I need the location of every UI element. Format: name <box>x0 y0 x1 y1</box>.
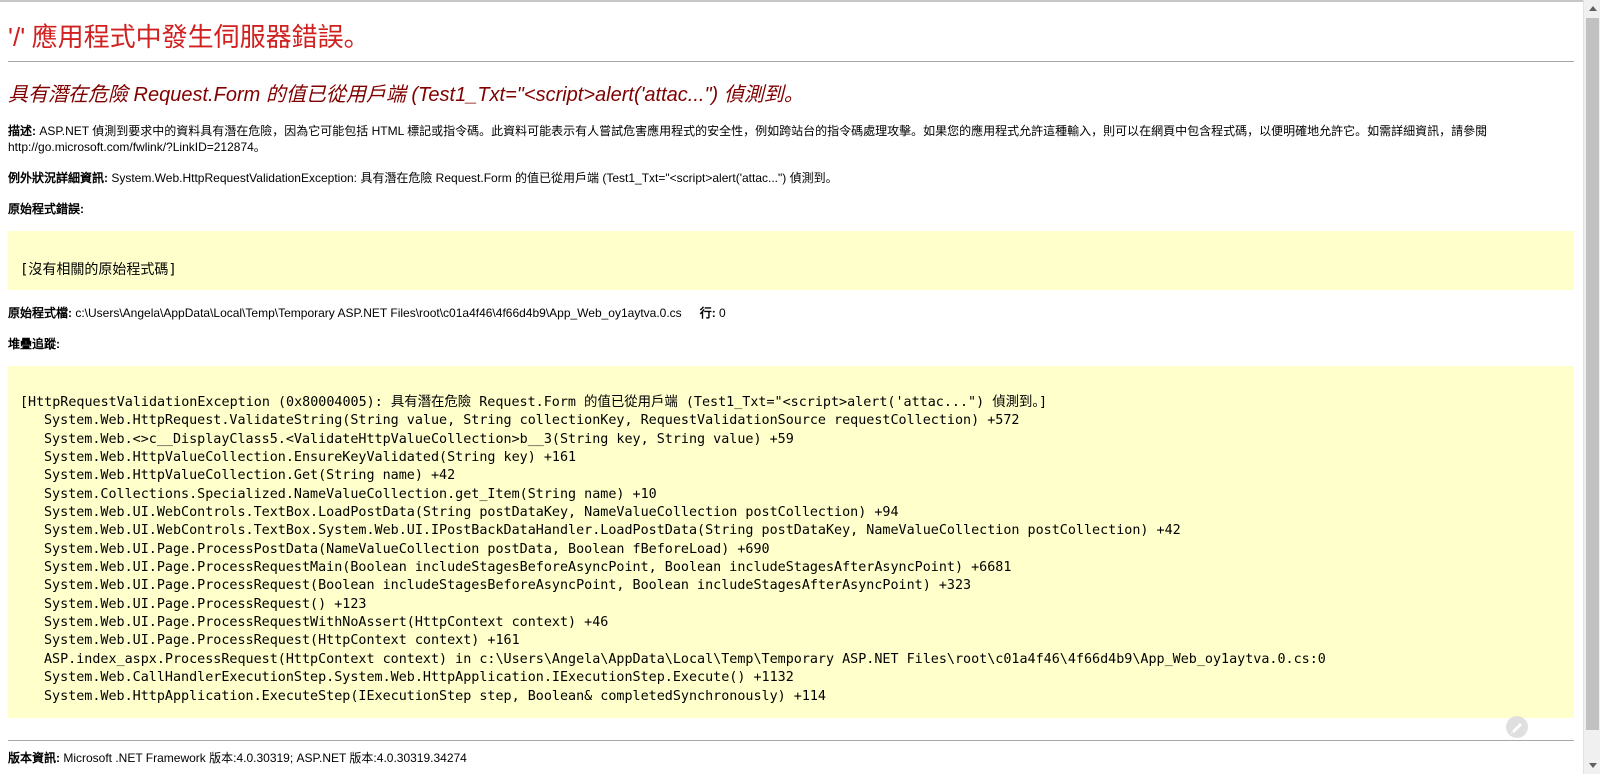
app-path: '/' <box>8 22 26 52</box>
error-subtitle: 具有潛在危險 Request.Form 的值已從用戶端 (Test1_Txt="… <box>8 84 804 106</box>
stack-line: ASP.index_aspx.ProcessRequest(HttpContex… <box>44 651 1326 667</box>
exception-text: System.Web.HttpRequestValidationExceptio… <box>108 171 838 185</box>
stack-line: System.Web.HttpValueCollection.EnsureKey… <box>44 450 577 466</box>
stack-trace-label-text: 堆疊追蹤: <box>8 337 60 351</box>
error-page: '/' 應用程式中發生伺服器錯誤。 具有潛在危險 Request.Form 的值… <box>0 0 1583 774</box>
source-error-box: [沒有相關的原始程式碼] <box>8 231 1574 290</box>
page-title: '/' 應用程式中發生伺服器錯誤。 <box>8 17 370 54</box>
stack-line: System.Web.UI.WebControls.TextBox.LoadPo… <box>44 505 899 521</box>
version-info: 版本資訊: Microsoft .NET Framework 版本:4.0.30… <box>8 749 467 766</box>
watermark-icon <box>1506 716 1528 738</box>
scroll-down-arrow-icon <box>1588 763 1597 768</box>
description-label: 描述: <box>8 124 36 138</box>
stack-line: System.Collections.Specialized.NameValue… <box>44 486 657 502</box>
description: 描述: ASP.NET 偵測到要求中的資料具有潛在危險，因為它可能包括 HTML… <box>8 123 1558 155</box>
source-file-label: 原始程式檔: <box>8 306 72 320</box>
version-label: 版本資訊: <box>8 751 60 765</box>
stack-line: System.Web.UI.WebControls.TextBox.System… <box>44 523 1181 539</box>
stack-trace-box: [HttpRequestValidationException (0x80004… <box>8 366 1574 718</box>
divider <box>8 61 1574 62</box>
line-value: 0 <box>715 306 726 320</box>
source-file-path: c:\Users\Angela\AppData\Local\Temp\Tempo… <box>72 306 682 320</box>
description-text: ASP.NET 偵測到要求中的資料具有潛在危險，因為它可能包括 HTML 標記或… <box>8 124 1488 154</box>
source-error-label: 原始程式錯誤: <box>8 201 84 217</box>
scroll-up-arrow-icon <box>1588 6 1597 11</box>
divider-bottom <box>8 740 1574 741</box>
stack-line: System.Web.HttpValueCollection.Get(Strin… <box>44 468 456 484</box>
vertical-scrollbar[interactable] <box>1583 0 1600 774</box>
stack-trace: [HttpRequestValidationException (0x80004… <box>20 394 1326 706</box>
scroll-up-button[interactable] <box>1584 0 1600 17</box>
stack-line: System.Web.UI.Page.ProcessRequest(HttpCo… <box>44 633 520 649</box>
top-border <box>0 0 1583 2</box>
exception-details: 例外狀況詳細資訊: System.Web.HttpRequestValidati… <box>8 170 838 186</box>
scrollbar-thumb[interactable] <box>1586 18 1599 730</box>
stack-line: System.Web.HttpApplication.ExecuteStep(I… <box>44 688 826 704</box>
source-file: 原始程式檔: c:\Users\Angela\AppData\Local\Tem… <box>8 305 726 321</box>
line-label: 行: <box>699 306 716 320</box>
stack-line: System.Web.UI.Page.ProcessRequest() +123 <box>44 596 367 612</box>
stack-line: System.Web.UI.Page.ProcessRequest(Boolea… <box>44 578 972 594</box>
no-source-text: [沒有相關的原始程式碼] <box>20 262 177 278</box>
stack-header: [HttpRequestValidationException (0x80004… <box>20 395 1048 410</box>
stack-line: System.Web.<>c__DisplayClass5.<ValidateH… <box>44 431 794 447</box>
scroll-down-button[interactable] <box>1584 757 1600 774</box>
version-text: Microsoft .NET Framework 版本:4.0.30319; A… <box>60 751 467 765</box>
stack-line: System.Web.UI.Page.ProcessRequestMain(Bo… <box>44 560 1012 576</box>
exception-label: 例外狀況詳細資訊: <box>8 171 108 185</box>
stack-trace-label: 堆疊追蹤: <box>8 336 60 352</box>
stack-line: System.Web.UI.Page.ProcessRequestWithNoA… <box>44 615 609 631</box>
title-text: 應用程式中發生伺服器錯誤。 <box>25 23 370 52</box>
stack-line: System.Web.HttpRequest.ValidateString(St… <box>44 413 1020 429</box>
stack-line: System.Web.CallHandlerExecutionStep.Syst… <box>44 670 794 686</box>
source-error-label-text: 原始程式錯誤: <box>8 202 84 216</box>
stack-line: System.Web.UI.Page.ProcessPostData(NameV… <box>44 541 770 557</box>
